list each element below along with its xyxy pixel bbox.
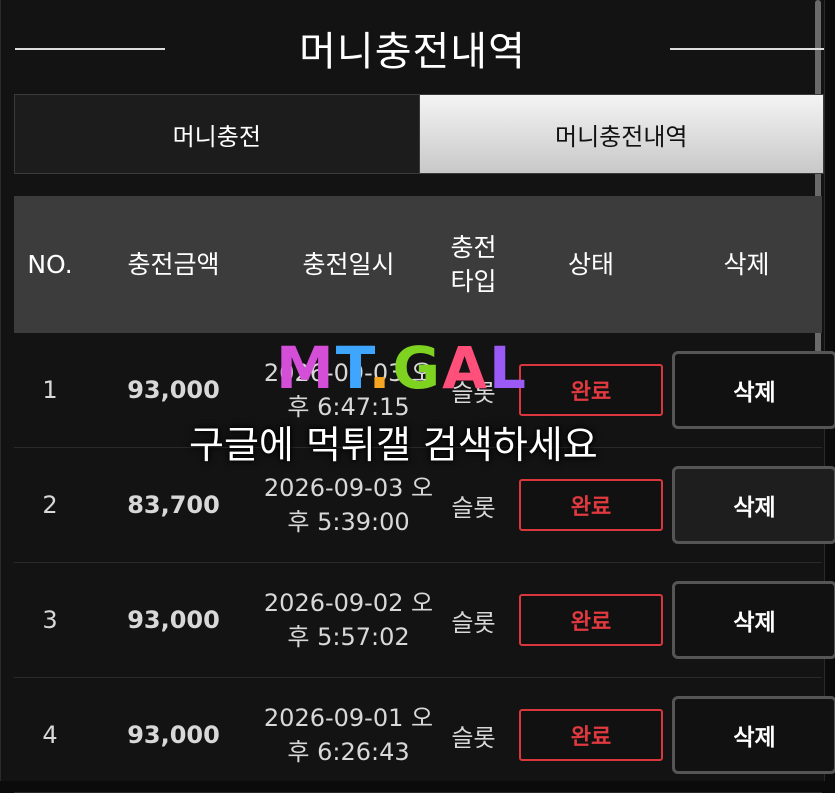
row-date-line2: 후 6:26:43: [287, 738, 410, 766]
row-amount: 93,000: [86, 333, 261, 448]
title-row: 머니충전내역: [1, 12, 824, 84]
header-type-line1: 충전: [450, 232, 497, 262]
header-no: NO.: [14, 196, 86, 333]
row-status-cell: 완료: [511, 562, 671, 678]
row-datetime: 2026-09-03 오 후 6:47:15: [261, 333, 436, 448]
page-frame: 머니충전내역 머니충전 머니충전내역 NO. 충전금액 충전일시 충전 타입 상…: [0, 0, 835, 793]
status-badge: 완료: [519, 479, 663, 531]
tab-bar: 머니충전 머니충전내역: [14, 94, 824, 174]
row-no: 2: [14, 447, 86, 563]
row-amount: 93,000: [86, 562, 261, 678]
delete-button[interactable]: 삭제: [672, 696, 835, 774]
table-row: 4 93,000 2026-09-01 오 후 6:26:43 슬롯 완료 삭제: [14, 677, 835, 793]
charge-history-table: NO. 충전금액 충전일시 충전 타입 상태 삭제 1 93,000 2026-…: [14, 196, 835, 793]
delete-button[interactable]: 삭제: [672, 351, 835, 429]
table-row: 2 83,700 2026-09-03 오 후 5:39:00 슬롯 완료 삭제: [14, 447, 835, 563]
header-type-line2: 타입: [450, 266, 497, 296]
row-delete-cell: 삭제: [671, 333, 835, 448]
title-divider-left: [15, 48, 165, 50]
row-delete-cell: 삭제: [671, 677, 835, 793]
status-badge: 완료: [519, 594, 663, 646]
header-type: 충전 타입: [436, 196, 511, 333]
header-datetime: 충전일시: [261, 196, 436, 333]
row-amount: 83,700: [86, 447, 261, 563]
title-divider-right: [670, 48, 824, 50]
delete-button[interactable]: 삭제: [672, 581, 835, 659]
header-status: 상태: [511, 196, 671, 333]
row-type: 슬롯: [436, 677, 511, 793]
row-datetime: 2026-09-03 오 후 5:39:00: [261, 447, 436, 563]
header-amount: 충전금액: [86, 196, 261, 333]
tab-money-charge-history[interactable]: 머니충전내역: [419, 95, 823, 173]
status-badge: 완료: [519, 709, 663, 761]
row-date-line1: 2026-09-03 오: [263, 359, 434, 387]
row-date-line2: 후 5:39:00: [287, 508, 410, 536]
row-type: 슬롯: [436, 447, 511, 563]
row-delete-cell: 삭제: [671, 562, 835, 678]
row-datetime: 2026-09-01 오 후 6:26:43: [261, 677, 436, 793]
row-status-cell: 완료: [511, 447, 671, 563]
row-status-cell: 완료: [511, 677, 671, 793]
row-no: 3: [14, 562, 86, 678]
table-row: 1 93,000 2026-09-03 오 후 6:47:15 슬롯 완료 삭제: [14, 333, 835, 448]
table-row: 3 93,000 2026-09-02 오 후 5:57:02 슬롯 완료 삭제: [14, 562, 835, 678]
delete-button[interactable]: 삭제: [672, 466, 835, 544]
status-badge: 완료: [519, 364, 663, 416]
row-no: 4: [14, 677, 86, 793]
row-date-line1: 2026-09-01 오: [263, 704, 434, 732]
row-date-line2: 후 6:47:15: [287, 393, 410, 421]
row-delete-cell: 삭제: [671, 447, 835, 563]
row-date-line1: 2026-09-02 오: [263, 589, 434, 617]
row-date-line1: 2026-09-03 오: [263, 474, 434, 502]
table-header-row: NO. 충전금액 충전일시 충전 타입 상태 삭제: [14, 196, 822, 333]
row-amount: 93,000: [86, 677, 261, 793]
tab-money-charge[interactable]: 머니충전: [15, 95, 420, 173]
row-type: 슬롯: [436, 333, 511, 448]
row-no: 1: [14, 333, 86, 448]
row-date-line2: 후 5:57:02: [287, 623, 410, 651]
page-title: 머니충전내역: [299, 29, 526, 75]
row-datetime: 2026-09-02 오 후 5:57:02: [261, 562, 436, 678]
row-status-cell: 완료: [511, 333, 671, 448]
header-delete: 삭제: [671, 196, 822, 333]
row-type: 슬롯: [436, 562, 511, 678]
